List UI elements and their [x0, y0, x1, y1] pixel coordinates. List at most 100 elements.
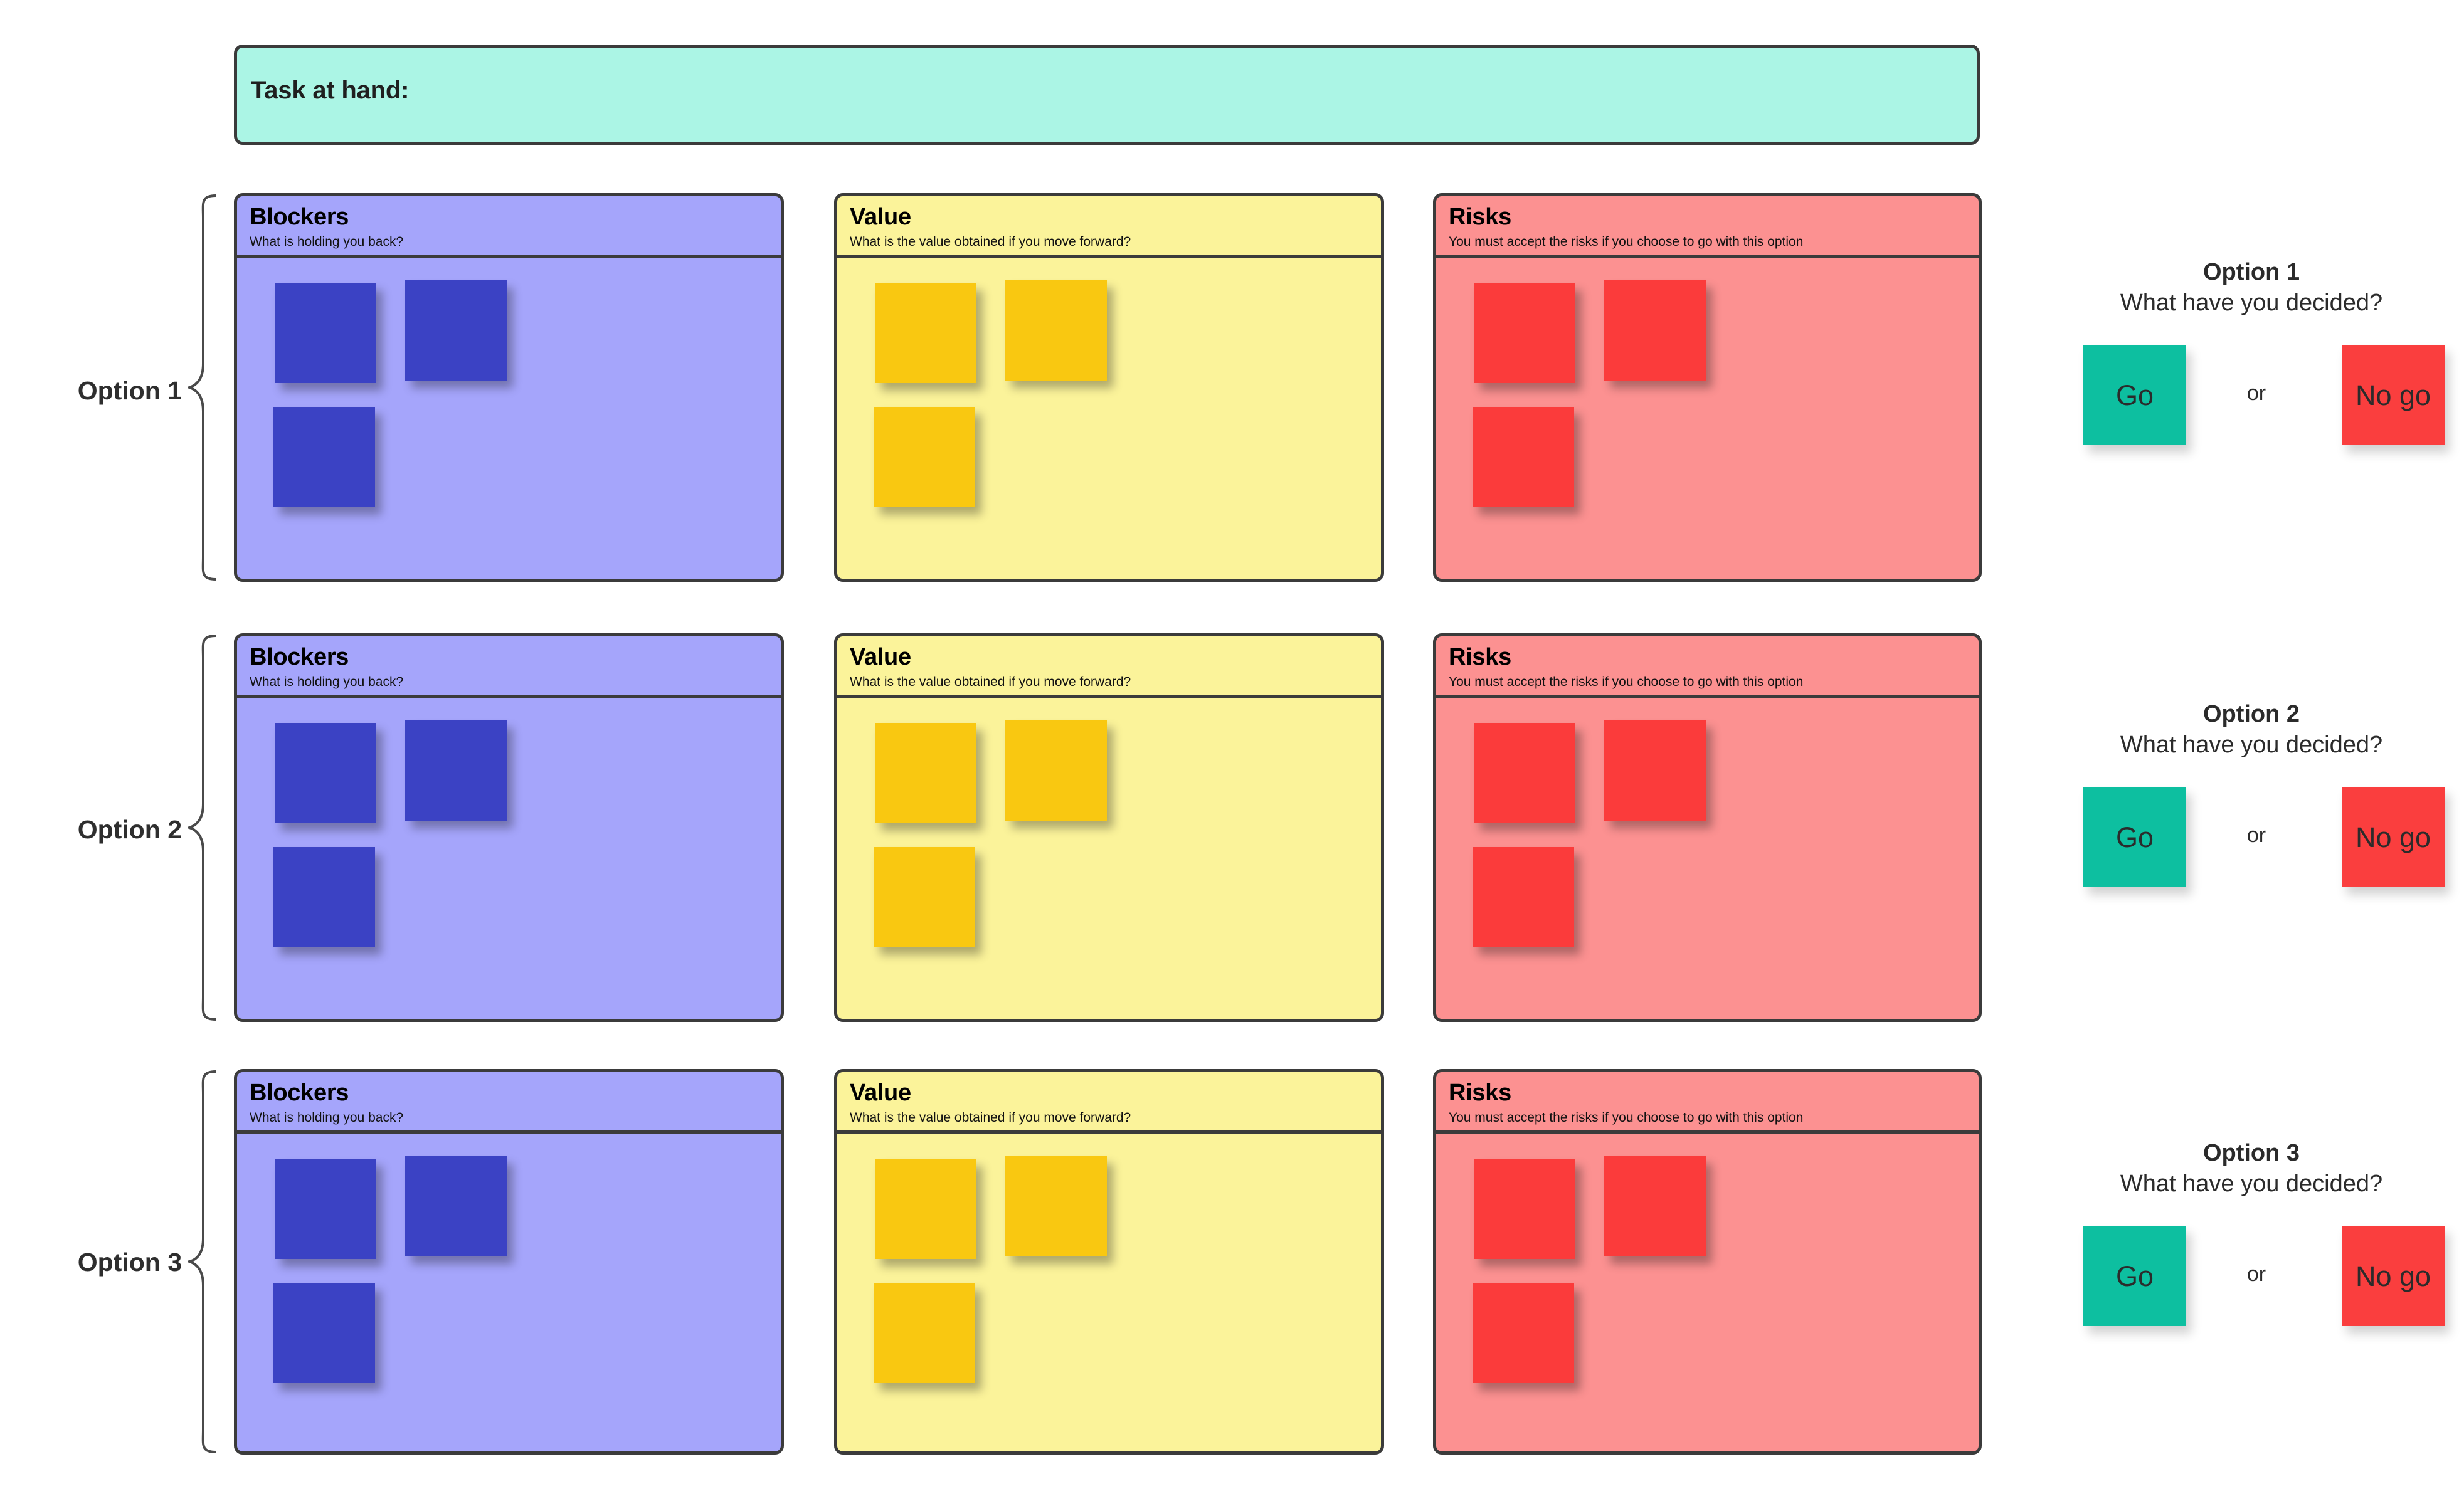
decision-title: Option 2: [2202, 701, 2300, 727]
row-brace-option-3: [188, 1069, 217, 1455]
row-brace-option-1: [188, 193, 217, 582]
row-brace-option-2: [188, 633, 217, 1022]
panel-header: Blockers What is holding you back?: [237, 636, 781, 698]
panel-body[interactable]: [1436, 698, 1979, 1019]
sticky-note[interactable]: [1604, 1156, 1706, 1256]
panel-option-1-blockers[interactable]: Blockers What is holding you back?: [234, 193, 784, 582]
sticky-note[interactable]: [875, 283, 976, 383]
panel-option-2-risks[interactable]: Risks You must accept the risks if you c…: [1433, 633, 1982, 1022]
sticky-note[interactable]: [273, 407, 375, 507]
panel-option-3-blockers[interactable]: Blockers What is holding you back?: [234, 1069, 784, 1455]
decision-question: What have you decided?: [2120, 1171, 2383, 1197]
decision-option-2: Option 2 What have you decided? Go or No…: [2076, 699, 2445, 893]
row-label-option-1: Option 1: [77, 376, 182, 405]
panel-subtitle: You must accept the risks if you choose …: [1449, 675, 1804, 689]
sticky-note[interactable]: [1005, 1156, 1107, 1256]
panel-option-1-risks[interactable]: Risks You must accept the risks if you c…: [1433, 193, 1982, 582]
panel-header: Value What is the value obtained if you …: [837, 196, 1381, 258]
task-at-hand-label: Task at hand:: [251, 76, 410, 104]
panel-header: Risks You must accept the risks if you c…: [1436, 196, 1979, 258]
panel-body[interactable]: [237, 698, 781, 1019]
panel-subtitle: What is the value obtained if you move f…: [850, 675, 1131, 689]
sticky-note[interactable]: [275, 283, 376, 383]
or-label: or: [2246, 381, 2266, 405]
panel-body[interactable]: [837, 1134, 1381, 1451]
panel-subtitle: What is holding you back?: [250, 1110, 404, 1125]
panel-option-2-blockers[interactable]: Blockers What is holding you back?: [234, 633, 784, 1022]
decision-option-1: Option 1 What have you decided? Go or No…: [2076, 257, 2445, 451]
panel-subtitle: You must accept the risks if you choose …: [1449, 234, 1804, 249]
panel-header: Blockers What is holding you back?: [237, 1072, 781, 1134]
panel-body[interactable]: [237, 1134, 781, 1451]
panel-title: Value: [850, 204, 911, 230]
sticky-note[interactable]: [1604, 720, 1706, 821]
task-at-hand-banner[interactable]: Task at hand:: [234, 45, 1980, 145]
decision-question: What have you decided?: [2120, 290, 2383, 316]
sticky-note[interactable]: [874, 847, 975, 947]
panel-title: Blockers: [250, 204, 349, 230]
or-label: or: [2246, 823, 2266, 847]
row-label-option-2: Option 2: [77, 815, 182, 844]
panel-subtitle: What is holding you back?: [250, 675, 404, 689]
panel-body[interactable]: [1436, 258, 1979, 579]
sticky-note[interactable]: [874, 1283, 975, 1383]
go-card[interactable]: Go: [2083, 345, 2186, 445]
sticky-note[interactable]: [1005, 280, 1107, 381]
sticky-note[interactable]: [1604, 280, 1706, 381]
panel-header: Value What is the value obtained if you …: [837, 636, 1381, 698]
panel-body[interactable]: [1436, 1134, 1979, 1451]
go-card[interactable]: Go: [2083, 1226, 2186, 1326]
panel-option-3-value[interactable]: Value What is the value obtained if you …: [834, 1069, 1384, 1455]
sticky-note[interactable]: [275, 723, 376, 823]
decision-choices: Go or No go: [2076, 1226, 2445, 1332]
panel-title: Blockers: [250, 1080, 349, 1106]
decision-question: What have you decided?: [2120, 732, 2383, 758]
sticky-note[interactable]: [1474, 723, 1575, 823]
sticky-note[interactable]: [1473, 847, 1574, 947]
no-go-card[interactable]: No go: [2342, 1226, 2445, 1326]
row-label-option-3: Option 3: [77, 1248, 182, 1277]
sticky-note[interactable]: [405, 280, 507, 381]
panel-title: Risks: [1449, 1080, 1511, 1106]
panel-header: Risks You must accept the risks if you c…: [1436, 1072, 1979, 1134]
sticky-note[interactable]: [875, 1159, 976, 1259]
whiteboard-canvas: Task at hand: Option 1 Blockers What is …: [0, 0, 2464, 1496]
or-label: or: [2246, 1262, 2266, 1286]
panel-subtitle: You must accept the risks if you choose …: [1449, 1110, 1804, 1125]
panel-option-2-value[interactable]: Value What is the value obtained if you …: [834, 633, 1384, 1022]
sticky-note[interactable]: [875, 723, 976, 823]
sticky-note[interactable]: [273, 1283, 375, 1383]
sticky-note[interactable]: [275, 1159, 376, 1259]
sticky-note[interactable]: [1473, 1283, 1574, 1383]
panel-title: Value: [850, 644, 911, 670]
sticky-note[interactable]: [1474, 1159, 1575, 1259]
no-go-card[interactable]: No go: [2342, 345, 2445, 445]
decision-choices: Go or No go: [2076, 345, 2445, 451]
sticky-note[interactable]: [1473, 407, 1574, 507]
decision-title: Option 3: [2202, 1140, 2300, 1166]
panel-title: Risks: [1449, 644, 1511, 670]
sticky-note[interactable]: [273, 847, 375, 947]
panel-option-1-value[interactable]: Value What is the value obtained if you …: [834, 193, 1384, 582]
panel-title: Value: [850, 1080, 911, 1106]
sticky-note[interactable]: [405, 720, 507, 821]
panel-option-3-risks[interactable]: Risks You must accept the risks if you c…: [1433, 1069, 1982, 1455]
panel-header: Risks You must accept the risks if you c…: [1436, 636, 1979, 698]
panel-subtitle: What is the value obtained if you move f…: [850, 234, 1131, 249]
task-at-hand-input[interactable]: [425, 76, 1964, 114]
decision-option-3: Option 3 What have you decided? Go or No…: [2076, 1138, 2445, 1332]
sticky-note[interactable]: [405, 1156, 507, 1256]
panel-subtitle: What is the value obtained if you move f…: [850, 1110, 1131, 1125]
panel-title: Blockers: [250, 644, 349, 670]
decision-title: Option 1: [2202, 259, 2300, 285]
no-go-card[interactable]: No go: [2342, 787, 2445, 887]
sticky-note[interactable]: [1005, 720, 1107, 821]
sticky-note[interactable]: [1474, 283, 1575, 383]
panel-header: Value What is the value obtained if you …: [837, 1072, 1381, 1134]
panel-body[interactable]: [837, 258, 1381, 579]
go-card[interactable]: Go: [2083, 787, 2186, 887]
panel-body[interactable]: [237, 258, 781, 579]
sticky-note[interactable]: [874, 407, 975, 507]
panel-body[interactable]: [837, 698, 1381, 1019]
decision-choices: Go or No go: [2076, 787, 2445, 893]
